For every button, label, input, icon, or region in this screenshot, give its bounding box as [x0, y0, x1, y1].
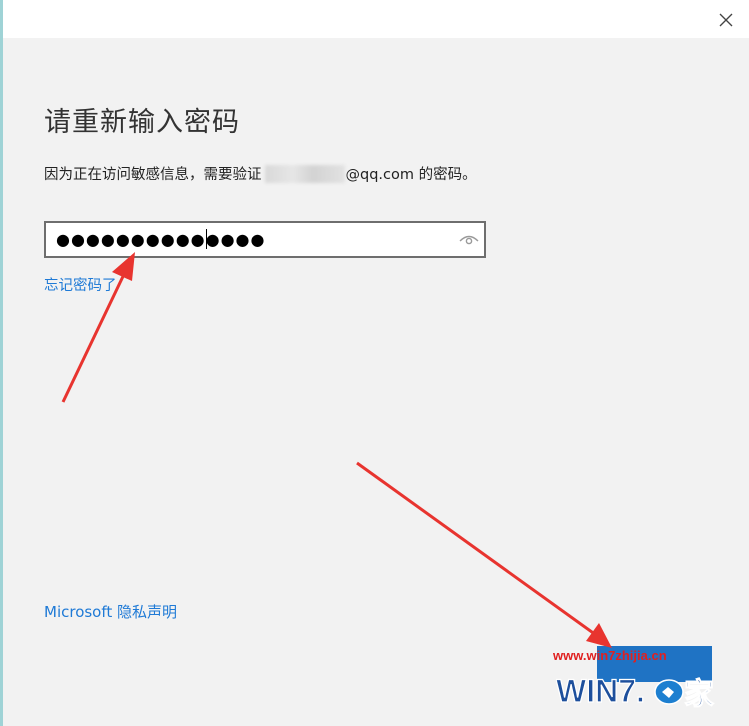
svg-text:家: 家: [684, 677, 714, 712]
blurred-email-account: [264, 164, 345, 183]
eye-icon[interactable]: [458, 229, 480, 249]
forgot-password-link[interactable]: 忘记密码了: [44, 274, 117, 295]
password-field-container[interactable]: [44, 221, 486, 258]
text-caret: [206, 229, 207, 249]
privacy-statement-link[interactable]: Microsoft 隐私声明: [44, 601, 177, 622]
close-icon: [719, 13, 733, 27]
password-input[interactable]: [56, 226, 456, 252]
page-title: 请重新输入密码: [44, 107, 240, 138]
dialog-title-bar: [0, 0, 749, 38]
description-email-suffix: @qq.com 的密码。: [345, 167, 477, 183]
arrow-to-confirm-button: [356, 461, 612, 648]
close-button[interactable]: [712, 8, 740, 32]
window-left-border: [0, 0, 3, 726]
watermark-logo: WIN7. 家: [556, 672, 715, 712]
watermark-url: www.win7zhijia.cn: [553, 648, 667, 663]
svg-text:WIN7.: WIN7.: [556, 673, 645, 709]
description-prefix: 因为正在访问敏感信息，需要验证: [44, 167, 262, 183]
verification-description: 因为正在访问敏感信息，需要验证 @qq.com 的密码。: [44, 163, 477, 184]
